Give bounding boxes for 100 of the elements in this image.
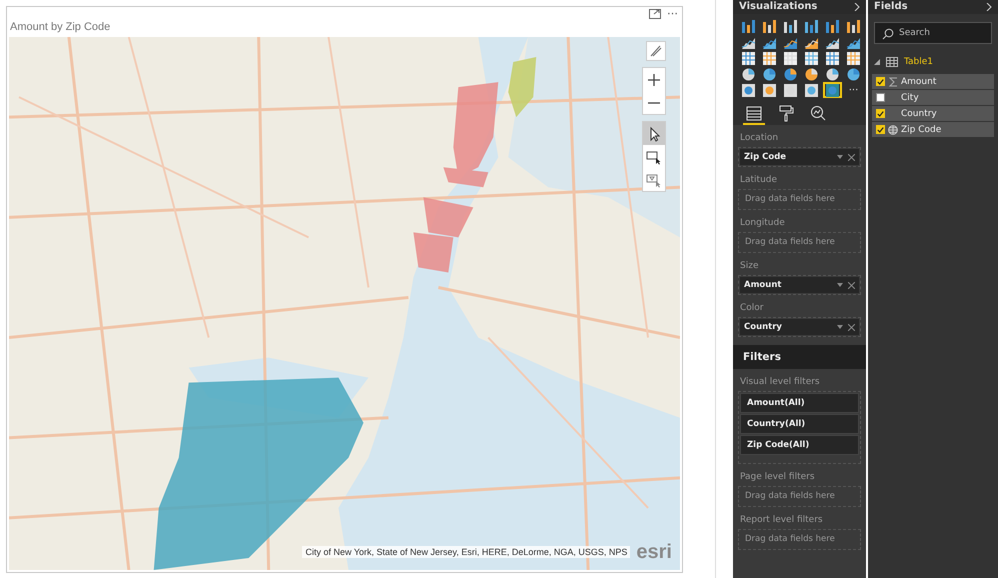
map-select-button[interactable] xyxy=(643,122,665,145)
chart-type-icon xyxy=(741,50,756,66)
field-name: City xyxy=(901,92,919,102)
field-item[interactable]: City xyxy=(872,90,994,105)
map-provider-logo: esri xyxy=(636,542,672,562)
visual-type-button[interactable] xyxy=(823,18,842,34)
visual-type-button[interactable] xyxy=(802,82,821,98)
field-item[interactable]: Country xyxy=(872,106,994,121)
filter-card[interactable]: Zip Code(All) xyxy=(740,435,859,455)
field-item[interactable]: Zip Code xyxy=(872,122,994,137)
visual-type-button[interactable] xyxy=(823,50,842,66)
visual-type-button[interactable] xyxy=(823,82,842,98)
remove-icon[interactable] xyxy=(848,324,855,330)
checkbox[interactable] xyxy=(876,77,885,86)
checkmark-icon xyxy=(877,78,884,86)
remove-icon[interactable] xyxy=(848,154,855,160)
search-field[interactable]: Search xyxy=(874,22,992,44)
remove-icon[interactable] xyxy=(848,282,855,288)
chart-type-icon xyxy=(825,50,840,66)
collapse-chevron-icon[interactable] xyxy=(986,3,992,11)
chart-type-icon xyxy=(825,82,840,98)
expand-caret-icon[interactable] xyxy=(874,59,880,65)
well-label: Color xyxy=(739,302,764,315)
checkbox[interactable] xyxy=(876,125,885,134)
field-pill[interactable]: Amount xyxy=(740,277,859,293)
well-label: Longitude xyxy=(739,217,786,230)
filter-section-label: Page level filters xyxy=(739,471,816,484)
field-name: Country xyxy=(901,108,937,118)
pane-title: Visualizations xyxy=(739,1,818,13)
drop-zone[interactable]: Drag data fields here xyxy=(738,486,861,507)
visual-type-button[interactable] xyxy=(760,50,779,66)
filter-section-label: Visual level filters xyxy=(739,376,821,389)
drop-zone[interactable]: Drag data fields here xyxy=(738,232,861,253)
magnifier-chart-icon xyxy=(809,104,827,122)
chart-type-icon xyxy=(762,18,777,34)
table-icon xyxy=(886,57,898,67)
dropdown-caret-icon[interactable] xyxy=(837,155,843,159)
table-name: Table1 xyxy=(904,57,933,67)
globe-icon xyxy=(888,124,898,134)
filter-card[interactable]: Country(All) xyxy=(740,414,859,434)
chart-type-icon xyxy=(825,18,840,34)
chart-type-icon xyxy=(762,66,777,82)
checkbox[interactable] xyxy=(876,109,885,118)
visual-type-button[interactable] xyxy=(844,18,863,34)
field-pill-label: Zip Code xyxy=(744,152,788,162)
table-item[interactable]: Table1 xyxy=(868,54,998,70)
visual-type-button[interactable] xyxy=(760,18,779,34)
more-visuals-button[interactable]: ··· xyxy=(844,82,863,98)
field-pill[interactable]: Zip Code xyxy=(740,149,859,165)
filters-header: Filters xyxy=(733,345,866,369)
chart-type-icon xyxy=(741,82,756,98)
collapse-chevron-icon[interactable] xyxy=(854,3,860,11)
visual-type-button[interactable] xyxy=(781,18,800,34)
visual-type-button[interactable] xyxy=(844,50,863,66)
dropdown-caret-icon[interactable] xyxy=(837,283,843,287)
visual-type-button[interactable] xyxy=(739,82,758,98)
chart-type-icon xyxy=(741,18,756,34)
focus-mode-icon[interactable] xyxy=(649,9,661,19)
chart-type-icon xyxy=(846,50,861,66)
field-pill-label: Country xyxy=(744,322,783,332)
filter-card[interactable]: Amount(All) xyxy=(740,393,859,413)
chart-type-icon xyxy=(762,50,777,66)
chart-type-icon xyxy=(804,66,819,82)
visual-type-button[interactable] xyxy=(802,18,821,34)
chart-type-icon xyxy=(741,66,756,82)
well-label: Size xyxy=(739,260,760,273)
drop-zone[interactable]: Drag data fields here xyxy=(738,529,861,550)
dropdown-caret-icon[interactable] xyxy=(837,325,843,329)
chart-type-icon xyxy=(783,50,798,66)
chart-type-icon xyxy=(783,66,798,82)
filter-section-label: Report level filters xyxy=(739,514,824,527)
chart-type-icon xyxy=(804,82,819,98)
chart-type-icon xyxy=(804,50,819,66)
well-label: Location xyxy=(739,132,780,145)
chart-type-icon xyxy=(804,18,819,34)
field-item[interactable]: Amount xyxy=(872,74,994,89)
field-pill[interactable]: Country xyxy=(740,319,859,335)
chart-type-icon xyxy=(783,82,798,98)
more-options-button[interactable]: ⋯ xyxy=(667,9,678,19)
chart-type-icon xyxy=(825,66,840,82)
map-attribution: City of New York, State of New Jersey, Esri, HERE, DeLorme, NGA, USGS, NPS xyxy=(302,546,630,558)
visual-type-button[interactable] xyxy=(781,50,800,66)
fields-icon xyxy=(745,104,763,122)
visual-type-button[interactable] xyxy=(739,18,758,34)
chart-type-icon xyxy=(762,82,777,98)
visual-type-button[interactable] xyxy=(781,82,800,98)
zoom-in-icon xyxy=(648,74,660,86)
visual-title: Amount by Zip Code xyxy=(9,21,112,35)
field-name: Amount xyxy=(901,76,936,86)
chart-type-icon xyxy=(846,66,861,82)
chart-type-icon xyxy=(783,18,798,34)
visual-type-button[interactable] xyxy=(802,50,821,66)
field-pill-label: Amount xyxy=(744,280,782,290)
well-label: Latitude xyxy=(739,174,778,187)
visual-type-button[interactable] xyxy=(739,50,758,66)
drop-zone[interactable]: Drag data fields here xyxy=(738,189,861,210)
visual-type-button[interactable] xyxy=(760,82,779,98)
pane-title: Fields xyxy=(874,1,908,13)
sigma-icon xyxy=(888,76,898,86)
checkbox[interactable] xyxy=(876,93,885,102)
